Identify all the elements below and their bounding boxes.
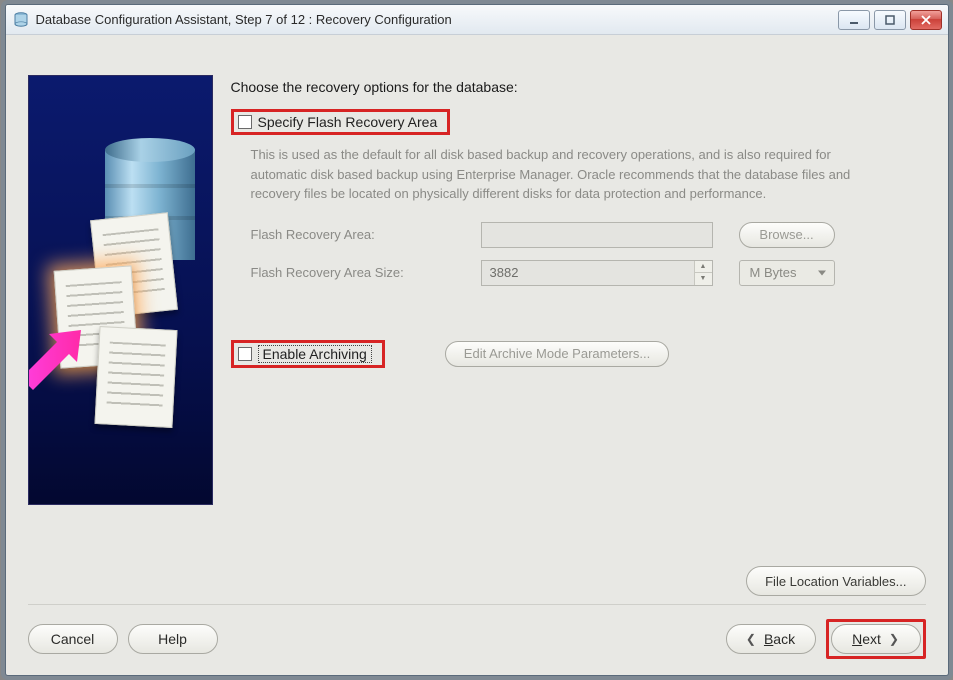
back-button[interactable]: ❮ Back [726, 624, 816, 654]
flash-description: This is used as the default for all disk… [251, 145, 891, 204]
specify-flash-checkbox[interactable] [238, 115, 252, 129]
highlight-next: Next ❯ [826, 619, 926, 659]
highlight-specify-flash: Specify Flash Recovery Area [231, 109, 451, 135]
flash-size-label: Flash Recovery Area Size: [251, 265, 471, 280]
help-button[interactable]: Help [128, 624, 218, 654]
highlight-enable-archiving: Enable Archiving [231, 340, 385, 368]
database-icon [12, 11, 30, 29]
next-button[interactable]: Next ❯ [831, 624, 921, 654]
window-frame: Database Configuration Assistant, Step 7… [5, 4, 949, 676]
edit-archive-params-button[interactable]: Edit Archive Mode Parameters... [445, 341, 669, 367]
maximize-button[interactable] [874, 10, 906, 30]
page-heading: Choose the recovery options for the data… [231, 79, 926, 95]
flash-size-unit-value: M Bytes [750, 265, 797, 280]
spin-up-icon[interactable]: ▲ [695, 261, 712, 274]
window-controls [838, 10, 942, 30]
titlebar: Database Configuration Assistant, Step 7… [6, 5, 948, 35]
flash-size-input[interactable]: ▲ ▼ [481, 260, 713, 286]
enable-archiving-label: Enable Archiving [258, 345, 372, 363]
specify-flash-label: Specify Flash Recovery Area [258, 114, 438, 130]
spin-down-icon[interactable]: ▼ [695, 273, 712, 285]
flash-size-unit-select[interactable]: M Bytes [739, 260, 835, 286]
wizard-illustration [28, 75, 213, 505]
arrow-icon [28, 324, 93, 394]
flash-size-spinner[interactable]: ▲ ▼ [694, 261, 712, 285]
content-area: Choose the recovery options for the data… [231, 45, 926, 558]
flash-area-label: Flash Recovery Area: [251, 227, 471, 242]
enable-archiving-checkbox[interactable] [238, 347, 252, 361]
browse-button[interactable]: Browse... [739, 222, 835, 248]
window-title: Database Configuration Assistant, Step 7… [36, 12, 832, 27]
chevron-left-icon: ❮ [746, 632, 756, 646]
flash-size-value[interactable] [482, 261, 694, 285]
wizard-nav: Cancel Help ❮ Back Next ❯ [6, 605, 948, 675]
close-button[interactable] [910, 10, 942, 30]
cancel-button[interactable]: Cancel [28, 624, 118, 654]
file-location-vars-button[interactable]: File Location Variables... [746, 566, 925, 596]
chevron-right-icon: ❯ [889, 632, 899, 646]
flash-area-input[interactable] [481, 222, 713, 248]
minimize-button[interactable] [838, 10, 870, 30]
